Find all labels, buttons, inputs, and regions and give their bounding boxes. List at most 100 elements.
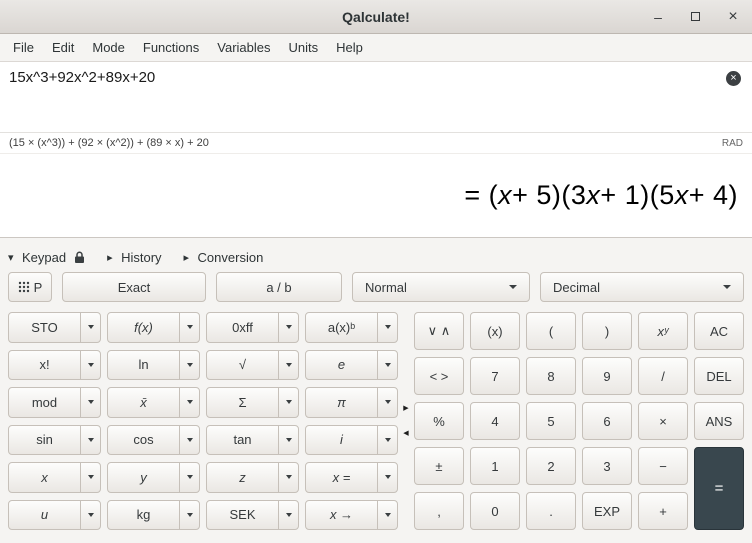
kilogram-menu-button[interactable] — [179, 500, 200, 531]
assign-menu-button[interactable] — [377, 462, 398, 493]
digit-8-button[interactable]: 8 — [526, 357, 576, 395]
result-display[interactable]: = (x + 5)(3x + 1)(5x + 4) — [0, 154, 752, 238]
store-menu-button[interactable] — [80, 312, 101, 343]
factorial-menu-button[interactable] — [80, 350, 101, 381]
modulo-menu-button[interactable] — [80, 387, 101, 418]
sine-menu-button[interactable] — [80, 425, 101, 456]
menu-item-mode[interactable]: Mode — [83, 35, 134, 60]
comma-button[interactable]: , — [414, 492, 464, 530]
digit-9-button[interactable]: 9 — [582, 357, 632, 395]
variable-y-menu-button[interactable] — [179, 462, 200, 493]
conversion-toggle[interactable]: ▸ Conversion — [184, 250, 264, 265]
menu-item-file[interactable]: File — [4, 35, 43, 60]
power-button[interactable]: xʸ — [638, 312, 688, 350]
expand-left-icon[interactable]: ◀ — [403, 430, 408, 437]
decimal-point-button[interactable]: . — [526, 492, 576, 530]
smart-parentheses-button[interactable]: (x) — [470, 312, 520, 350]
natural-log-button[interactable]: ln — [107, 350, 180, 381]
fraction-button[interactable]: a / b — [216, 272, 342, 302]
pi-menu-button[interactable] — [377, 387, 398, 418]
cursor-up-down-button[interactable]: ∨ ∧ — [414, 312, 464, 350]
sum-menu-button[interactable] — [278, 387, 299, 418]
factorial-button[interactable]: x! — [8, 350, 81, 381]
close-parenthesis-button[interactable]: ) — [582, 312, 632, 350]
unit-u-button[interactable]: u — [8, 500, 81, 531]
equals-button[interactable]: = — [694, 447, 744, 530]
sum-button[interactable]: Σ — [206, 387, 279, 418]
currency-sek-menu-button[interactable] — [278, 500, 299, 531]
digit-6-button[interactable]: 6 — [582, 402, 632, 440]
percent-button[interactable]: % — [414, 402, 464, 440]
euler-number-button[interactable]: e — [305, 350, 378, 381]
convert-menu-button[interactable] — [377, 500, 398, 531]
variable-y-button[interactable]: y — [107, 462, 180, 493]
delete-button[interactable]: DEL — [694, 357, 744, 395]
digit-5-button[interactable]: 5 — [526, 402, 576, 440]
function-menu-button[interactable] — [179, 312, 200, 343]
mean-menu-button[interactable] — [179, 387, 200, 418]
store-button[interactable]: STO — [8, 312, 81, 343]
variable-x-button[interactable]: x — [8, 462, 81, 493]
digit-7-button[interactable]: 7 — [470, 357, 520, 395]
menu-item-edit[interactable]: Edit — [43, 35, 83, 60]
kilogram-button[interactable]: kg — [107, 500, 180, 531]
imaginary-unit-menu-button[interactable] — [377, 425, 398, 456]
keypad-toggle[interactable]: ▾ Keypad — [8, 250, 85, 265]
power-function-button[interactable]: a(x)ᵇ — [305, 312, 378, 343]
answer-button[interactable]: ANS — [694, 402, 744, 440]
number-base-menu-button[interactable] — [278, 312, 299, 343]
multiply-button[interactable]: × — [638, 402, 688, 440]
power-function-menu-button[interactable] — [377, 312, 398, 343]
menu-item-units[interactable]: Units — [280, 35, 328, 60]
mean-button[interactable]: x̄ — [107, 387, 180, 418]
divide-button[interactable]: / — [638, 357, 688, 395]
plus-minus-button[interactable]: ± — [414, 447, 464, 485]
number-base-button[interactable]: 0xff — [206, 312, 279, 343]
natural-log-menu-button[interactable] — [179, 350, 200, 381]
expand-right-icon[interactable]: ▶ — [403, 405, 408, 412]
open-parenthesis-button[interactable]: ( — [526, 312, 576, 350]
cosine-button[interactable]: cos — [107, 425, 180, 456]
modulo-button[interactable]: mod — [8, 387, 81, 418]
number-base-dropdown[interactable]: Decimal — [540, 272, 744, 302]
digit-1-button[interactable]: 1 — [470, 447, 520, 485]
pi-button[interactable]: π — [305, 387, 378, 418]
square-root-menu-button[interactable] — [278, 350, 299, 381]
exact-button[interactable]: Exact — [62, 272, 206, 302]
imaginary-unit-button[interactable]: i — [305, 425, 378, 456]
sine-button[interactable]: sin — [8, 425, 81, 456]
digit-0-button[interactable]: 0 — [470, 492, 520, 530]
currency-sek-button[interactable]: SEK — [206, 500, 279, 531]
tangent-button[interactable]: tan — [206, 425, 279, 456]
euler-number-menu-button[interactable] — [377, 350, 398, 381]
menu-item-functions[interactable]: Functions — [134, 35, 208, 60]
exponent-button[interactable]: EXP — [582, 492, 632, 530]
maximize-icon[interactable] — [691, 12, 700, 21]
clear-icon[interactable] — [726, 71, 741, 86]
programming-keypad-button[interactable]: P — [8, 272, 52, 302]
expression-input[interactable]: 15x^3+92x^2+89x+20 — [0, 62, 752, 133]
variable-z-button[interactable]: z — [206, 462, 279, 493]
lock-icon[interactable] — [74, 251, 85, 264]
menu-item-variables[interactable]: Variables — [208, 35, 279, 60]
digit-3-button[interactable]: 3 — [582, 447, 632, 485]
close-icon[interactable]: × — [726, 9, 740, 25]
assign-button[interactable]: x = — [305, 462, 378, 493]
display-mode-dropdown[interactable]: Normal — [352, 272, 530, 302]
cosine-menu-button[interactable] — [179, 425, 200, 456]
history-toggle[interactable]: ▸ History — [107, 250, 161, 265]
tangent-menu-button[interactable] — [278, 425, 299, 456]
variable-z-menu-button[interactable] — [278, 462, 299, 493]
minimize-icon[interactable]: – — [651, 10, 665, 24]
cursor-left-right-button[interactable]: < > — [414, 357, 464, 395]
menu-item-help[interactable]: Help — [327, 35, 372, 60]
all-clear-button[interactable]: AC — [694, 312, 744, 350]
variable-x-menu-button[interactable] — [80, 462, 101, 493]
digit-2-button[interactable]: 2 — [526, 447, 576, 485]
add-button[interactable]: + — [638, 492, 688, 530]
function-button[interactable]: f(x) — [107, 312, 180, 343]
subtract-button[interactable]: − — [638, 447, 688, 485]
angle-mode-indicator[interactable]: RAD — [722, 138, 743, 149]
convert-button[interactable]: x → — [305, 500, 378, 531]
digit-4-button[interactable]: 4 — [470, 402, 520, 440]
